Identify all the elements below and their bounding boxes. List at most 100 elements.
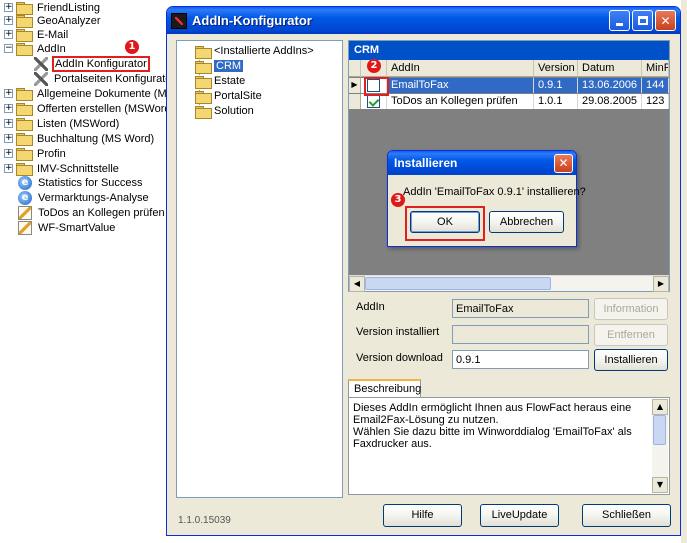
dialog-message: AddIn 'EmailToFax 0.9.1' installieren? <box>403 186 586 198</box>
tree-item-statistics[interactable]: e Statistics for Success <box>18 175 145 190</box>
install-button[interactable]: Installieren <box>594 349 668 371</box>
ie-icon: e <box>18 175 32 190</box>
tree-item-todos[interactable]: ToDos an Kollegen prüfen <box>18 205 167 220</box>
table-row[interactable]: ▶ EmailToFax 0.9.1 13.06.2006 144 <box>349 78 669 93</box>
close-icon: ✕ <box>660 13 671 28</box>
scroll-down-icon[interactable]: ▼ <box>652 477 668 493</box>
tree-item-wf-smartvalue[interactable]: WF-SmartValue <box>18 220 117 235</box>
addin-konfigurator-window: AddIn-Konfigurator ✕ <Installierte AddIn… <box>166 6 681 536</box>
cell-version: 1.0.1 <box>534 94 578 109</box>
column-header-minf[interactable]: MinF <box>642 60 669 77</box>
dialog-close-button[interactable]: ✕ <box>554 153 573 173</box>
tree-item-buchhaltung[interactable]: + Buchhaltung (MS Word) <box>4 131 156 146</box>
column-header-version[interactable]: Version <box>534 60 578 77</box>
cell-minf: 144 <box>642 78 669 93</box>
minimize-button[interactable] <box>609 10 630 31</box>
folder-icon <box>16 29 33 42</box>
panel-header: CRM <box>349 41 669 60</box>
close-icon: ✕ <box>558 156 569 170</box>
expand-icon[interactable]: + <box>4 30 13 39</box>
checkbox-cell[interactable] <box>361 94 387 109</box>
pencil-icon <box>18 220 32 235</box>
tree-item-addin[interactable]: − AddIn <box>4 41 68 56</box>
horizontal-scrollbar[interactable]: ◀ ▶ <box>349 275 669 292</box>
tab-beschreibung[interactable]: Beschreibung <box>348 379 421 398</box>
remove-button[interactable]: Entfernen <box>594 324 668 346</box>
install-checkbox[interactable] <box>367 95 380 108</box>
tree-item-email[interactable]: + E-Mail <box>4 27 70 42</box>
download-version-label: Version download <box>356 352 443 364</box>
background-window-edge <box>681 0 687 543</box>
tree-item-estate[interactable]: Estate <box>195 74 245 89</box>
tree-item-imv-schnittstelle[interactable]: + IMV-Schnittstelle <box>4 161 121 176</box>
collapse-icon[interactable]: − <box>4 44 13 53</box>
expand-icon[interactable]: + <box>4 149 13 158</box>
expand-icon[interactable]: + <box>4 89 13 98</box>
minimize-icon <box>616 23 623 26</box>
liveupdate-button[interactable]: LiveUpdate <box>480 504 559 527</box>
row-indicator <box>349 94 361 109</box>
folder-icon <box>16 15 33 28</box>
expand-icon[interactable]: + <box>4 119 13 128</box>
information-button[interactable]: Information <box>594 298 668 320</box>
maximize-button[interactable] <box>632 10 653 31</box>
folder-icon <box>16 103 33 116</box>
window-title: AddIn-Konfigurator <box>192 13 312 28</box>
help-button[interactable]: Hilfe <box>383 504 462 527</box>
close-button[interactable]: ✕ <box>655 10 676 31</box>
tree-item-addin-konfigurator[interactable]: AddIn Konfigurator <box>34 55 150 72</box>
tools-icon <box>34 71 48 86</box>
folder-icon <box>16 133 33 146</box>
expand-icon[interactable]: + <box>4 104 13 113</box>
scroll-right-icon[interactable]: ▶ <box>653 276 669 292</box>
cell-datum: 29.08.2005 <box>578 94 642 109</box>
scroll-up-icon[interactable]: ▲ <box>652 399 668 415</box>
tree-item-portalsite[interactable]: PortalSite <box>195 89 262 104</box>
expand-icon[interactable]: + <box>4 3 13 12</box>
tree-item-profin[interactable]: + Profin <box>4 146 68 161</box>
expand-icon[interactable]: + <box>4 16 13 25</box>
cancel-button[interactable]: Abbrechen <box>489 211 564 233</box>
scroll-thumb[interactable] <box>365 277 551 290</box>
dialog-title-bar[interactable]: Installieren ✕ <box>388 151 576 175</box>
close-window-button[interactable]: Schließen <box>582 504 671 527</box>
folder-icon <box>16 118 33 131</box>
install-dialog: Installieren ✕ AddIn 'EmailToFax 0.9.1' … <box>387 150 586 247</box>
expand-icon[interactable]: + <box>4 164 13 173</box>
window-title-bar[interactable]: AddIn-Konfigurator ✕ <box>167 7 680 34</box>
folder-open-icon <box>16 43 33 56</box>
step-badge-3: 3 <box>391 193 405 207</box>
tree-item-listen[interactable]: + Listen (MSWord) <box>4 116 121 131</box>
tree-item-geoanalyzer[interactable]: + GeoAnalyzer <box>4 13 103 28</box>
navigation-tree: + FriendListing + GeoAnalyzer + E-Mail −… <box>0 0 187 543</box>
vertical-scrollbar[interactable]: ▲ ▼ <box>652 399 668 493</box>
addin-label: AddIn <box>356 301 385 313</box>
column-header-datum[interactable]: Datum <box>578 60 642 77</box>
installed-version-field <box>452 325 589 344</box>
tree-item-installed-addins[interactable]: <Installierte AddIns> <box>195 44 314 59</box>
pencil-icon <box>18 205 32 220</box>
tree-item-allgemeine-dokumente[interactable]: + Allgemeine Dokumente (MS W <box>4 86 189 101</box>
scroll-track[interactable] <box>365 276 653 291</box>
cell-datum: 13.06.2006 <box>578 78 642 93</box>
cell-minf: 123 <box>642 94 669 109</box>
table-row[interactable]: ToDos an Kollegen prüfen 1.0.1 29.08.200… <box>349 94 669 109</box>
cell-version: 0.9.1 <box>534 78 578 93</box>
annotation-highlight-checkbox <box>364 77 389 96</box>
tree-item-offerten[interactable]: + Offerten erstellen (MSWord) <box>4 101 176 116</box>
scroll-thumb[interactable] <box>653 415 666 445</box>
cell-addin: EmailToFax <box>387 78 534 93</box>
tree-item-vermarktungs-analyse[interactable]: e Vermarktungs-Analyse <box>18 190 151 205</box>
tree-item-crm[interactable]: CRM <box>195 59 244 74</box>
annotation-highlight-ok <box>405 206 485 241</box>
step-badge-1: 1 <box>125 40 139 54</box>
installed-version-label: Version installiert <box>356 326 440 338</box>
addin-field <box>452 299 589 318</box>
step-badge-2: 2 <box>367 59 381 73</box>
tree-item-portalseiten-konfigurator[interactable]: Portalseiten Konfigurator <box>34 71 177 86</box>
tree-item-solution[interactable]: Solution <box>195 104 254 119</box>
column-header-addin[interactable]: AddIn <box>387 60 534 77</box>
expand-icon[interactable]: + <box>4 134 13 143</box>
cell-addin: ToDos an Kollegen prüfen <box>387 94 534 109</box>
scroll-left-icon[interactable]: ◀ <box>349 276 365 292</box>
